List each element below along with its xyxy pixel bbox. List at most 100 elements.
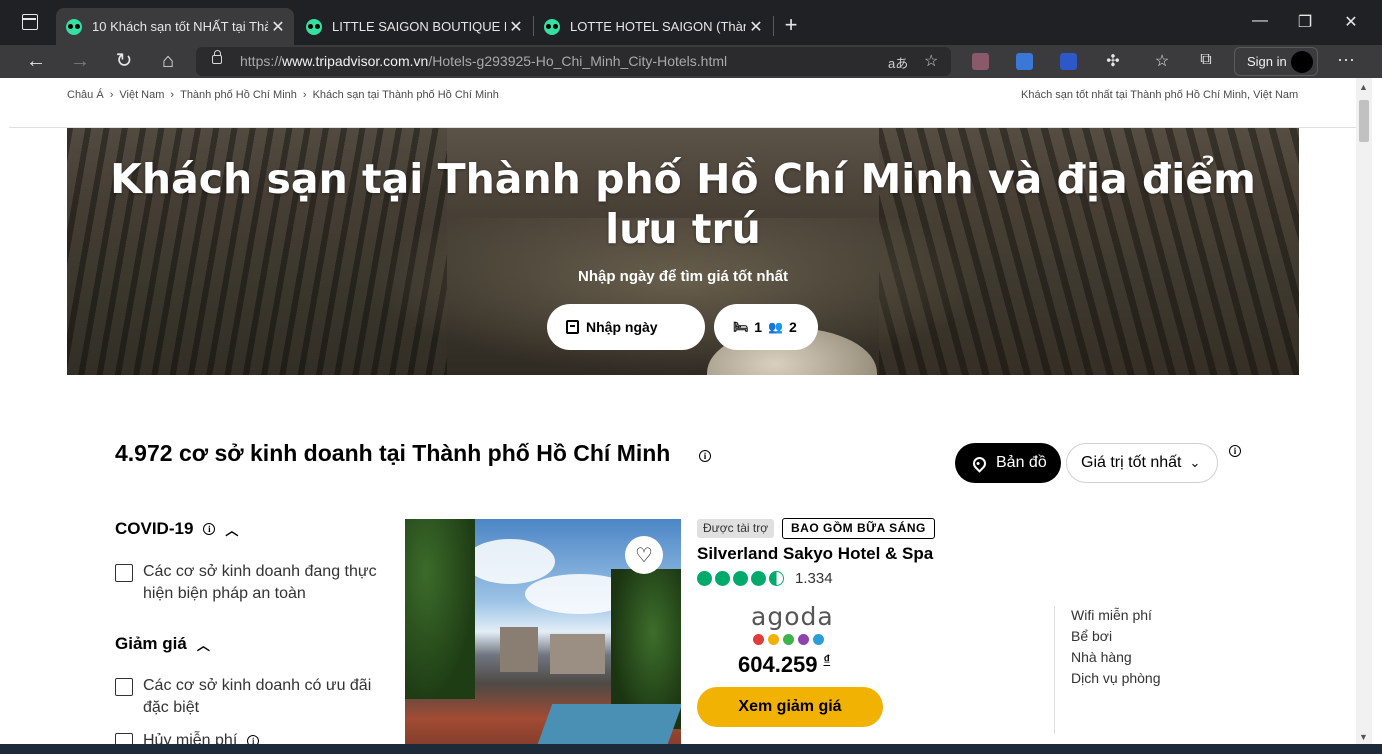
add-favorite-icon[interactable]: ☆ [924, 51, 938, 71]
lock-icon[interactable] [212, 50, 222, 64]
guests-count: 2 [788, 319, 797, 335]
tab-little-saigon[interactable]: LITTLE SAIGON BOUTIQUE HOTEL ✕ [296, 8, 532, 45]
rating-bubble-icon [751, 571, 766, 586]
rating-bubbles[interactable]: 1.334 [697, 570, 833, 587]
scrollbar-thumb[interactable] [1359, 100, 1369, 142]
tab-actions-icon[interactable] [22, 14, 38, 30]
tab-lotte-hotel[interactable]: LOTTE HOTEL SAIGON (Thành phố Hồ Chí Min… [534, 8, 772, 45]
url-text[interactable]: https://www.tripadvisor.com.vn/Hotels-g2… [240, 53, 727, 69]
close-tab-icon[interactable]: ✕ [268, 17, 288, 37]
rooms-guests-button[interactable]: 🛏 1 👥 2 [714, 304, 818, 350]
url-host: www.tripadvisor.com.vn [282, 53, 429, 69]
filter-heading-covid[interactable]: COVID-19 i ︿ [115, 519, 238, 539]
sort-dropdown[interactable]: Giá trị tốt nhất ⌄ [1066, 443, 1218, 483]
refresh-icon[interactable]: ↻ [112, 50, 136, 74]
collections-icon[interactable]: ⧉ [1196, 51, 1216, 69]
hero-title: Khách sạn tại Thành phố Hồ Chí Minh và đ… [110, 155, 1256, 253]
close-tab-icon[interactable]: ✕ [746, 17, 766, 37]
restore-icon[interactable]: ❐ [1295, 12, 1315, 32]
review-count[interactable]: 1.334 [795, 570, 833, 587]
sort-label: Giá trị tốt nhất [1081, 454, 1182, 471]
tab-separator [773, 16, 774, 36]
filter-option-safety[interactable]: Các cơ sở kinh doanh đang thực hiện biện… [115, 561, 390, 605]
rating-bubble-icon [697, 571, 712, 586]
rating-half-bubble-icon [769, 571, 784, 586]
logo-dot [753, 634, 764, 645]
tab-tripadvisor-hotels[interactable]: 10 Khách sạn tốt NHẤT tại Thành phố Hồ C… [56, 8, 294, 45]
chevron-up-icon[interactable]: ︿ [197, 635, 210, 654]
tab-title: LITTLE SAIGON BOUTIQUE HOTEL [332, 19, 506, 34]
chevron-up-icon[interactable]: ︿ [225, 520, 238, 539]
favorites-icon[interactable]: ☆ [1152, 51, 1172, 71]
breadcrumb-separator-icon: › [109, 89, 114, 101]
view-deal-button[interactable]: Xem giảm giá [697, 687, 883, 727]
home-icon[interactable]: ⌂ [156, 50, 180, 74]
bed-icon: 🛏 [733, 320, 749, 334]
scroll-up-icon[interactable]: ▲ [1359, 82, 1368, 92]
page-content: Châu Á › Việt Nam › Thành phố Hồ Chí Minh ›… [0, 78, 1366, 754]
filter-heading-discount[interactable]: Giảm giá ︿ [115, 634, 210, 654]
breadcrumb-separator-icon: › [170, 89, 175, 101]
chevron-down-icon: ⌄ [1189, 455, 1201, 470]
date-picker-button[interactable]: Nhập ngày [547, 304, 705, 350]
sort-info-icon[interactable]: i [1229, 445, 1241, 457]
read-aloud-icon[interactable]: aあ [888, 53, 908, 72]
more-menu-icon[interactable]: ··· [1336, 49, 1356, 70]
sign-in-button[interactable]: Sign in [1234, 47, 1318, 76]
divider [1054, 606, 1055, 734]
back-icon[interactable]: ← [24, 50, 48, 74]
tripadvisor-favicon-icon [66, 18, 82, 35]
amenity-item: Dịch vụ phòng [1071, 670, 1161, 686]
extension-icon[interactable] [972, 53, 989, 70]
photo-cloud [465, 539, 555, 584]
currency-symbol: ₫ [823, 652, 831, 667]
forward-icon[interactable]: → [68, 50, 92, 74]
sign-in-label: Sign in [1247, 54, 1287, 69]
logo-dot [783, 634, 794, 645]
address-bar[interactable]: https://www.tripadvisor.com.vn/Hotels-g2… [196, 47, 951, 76]
extensions-puzzle-icon[interactable]: ✣ [1103, 51, 1123, 71]
breadcrumb-item[interactable]: Châu Á [67, 89, 104, 101]
browser-tab-bar: 10 Khách sạn tốt NHẤT tại Thành phố Hồ C… [0, 0, 1382, 45]
price-value: 604.259 [738, 652, 818, 677]
tripadvisor-favicon-icon [544, 18, 560, 35]
close-window-icon[interactable]: ✕ [1341, 12, 1361, 32]
info-icon[interactable]: i [699, 450, 711, 462]
date-label: Nhập ngày [586, 319, 658, 335]
hero-banner: Khách sạn tại Thành phố Hồ Chí Minh và đ… [67, 128, 1299, 375]
url-path: /Hotels-g293925-Ho_Chi_Minh_City-Hotels.… [428, 53, 728, 69]
checkbox[interactable] [115, 678, 133, 696]
breadcrumb-item[interactable]: Thành phố Hồ Chí Minh [180, 89, 297, 101]
provider-logo: agoda [751, 602, 834, 631]
hotel-name-link[interactable]: Silverland Sakyo Hotel & Spa [697, 544, 933, 564]
filter-heading-label: COVID-19 [115, 519, 194, 538]
amenity-item: Wifi miễn phí [1071, 607, 1152, 623]
map-button-label: Bản đồ [996, 454, 1047, 471]
extension-blue-icon[interactable] [1060, 53, 1077, 70]
avatar [1291, 51, 1313, 73]
translate-icon[interactable] [1016, 53, 1033, 70]
tab-title: LOTTE HOTEL SAIGON (Thành phố Hồ Chí Min… [570, 19, 746, 34]
close-tab-icon[interactable]: ✕ [506, 17, 526, 37]
page-heading-small: Khách sạn tốt nhất tại Thành phố Hồ Chí … [1021, 89, 1299, 101]
browser-toolbar: ← → ↻ ⌂ https://www.tripadvisor.com.vn/H… [0, 45, 1382, 78]
info-icon[interactable]: i [203, 523, 216, 535]
calendar-icon [566, 320, 579, 334]
photo-building [500, 627, 538, 672]
amenity-item: Nhà hàng [1071, 649, 1132, 665]
sponsored-badge: Được tài trợ [697, 519, 775, 538]
vertical-scrollbar[interactable]: ▲ ▼ [1356, 78, 1372, 744]
photo-building [550, 634, 605, 674]
breadcrumb-item: Khách sạn tại Thành phố Hồ Chí Minh [312, 89, 499, 101]
new-tab-icon[interactable]: + [780, 12, 802, 38]
filter-option-special-offers[interactable]: Các cơ sở kinh doanh có ưu đãi đặc biệt [115, 675, 390, 719]
minimize-icon[interactable]: — [1250, 12, 1270, 30]
scroll-down-icon[interactable]: ▼ [1359, 732, 1368, 742]
checkbox[interactable] [115, 564, 133, 582]
tripadvisor-favicon-icon [306, 18, 322, 35]
breadcrumb-item[interactable]: Việt Nam [119, 89, 164, 101]
map-button[interactable]: Bản đồ [955, 443, 1061, 483]
save-heart-icon[interactable]: ♡ [625, 536, 663, 574]
rating-bubble-icon [733, 571, 748, 586]
results-count-title: 4.972 cơ sở kinh doanh tại Thành phố Hồ … [115, 440, 671, 466]
